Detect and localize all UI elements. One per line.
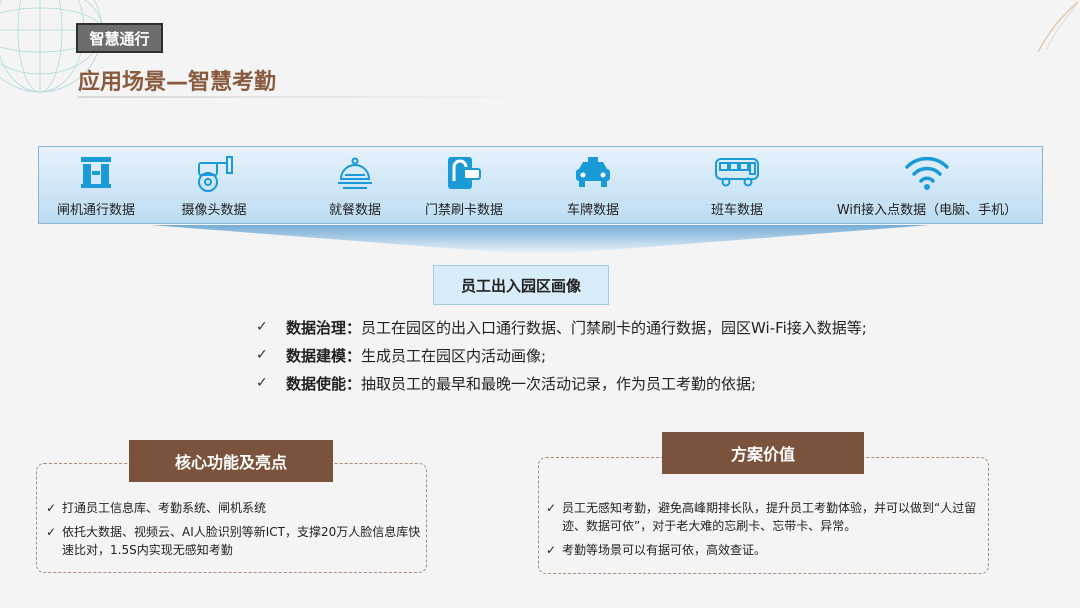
check-icon: ✓ [546, 543, 557, 557]
dining-cloche-icon [338, 157, 372, 189]
access-card-icon [448, 157, 481, 189]
check-icon: ✓ [256, 319, 268, 335]
bus-icon [715, 158, 759, 187]
data-source-camera: 摄像头数据 [159, 147, 269, 225]
employee-portrait-box: 员工出入园区画像 [433, 265, 609, 305]
solution-value-list: ✓ 员工无感知考勤，避免高峰期排长队，提升员工考勤体验，并可以做到“人过留迹、数… [546, 499, 986, 565]
data-source-turnstile: 闸机通行数据 [41, 147, 151, 225]
check-icon: ✓ [256, 347, 268, 363]
camera-icon [198, 156, 233, 192]
list-item: ✓ 数据建模： 生成员工在园区内活动画像; [256, 341, 976, 369]
bullet-key: 数据治理： [286, 318, 362, 337]
bullet-text: 生成员工在园区内活动画像; [361, 346, 547, 365]
list-item: ✓ 数据治理： 员工在园区的出入口通行数据、门禁刷卡的通行数据，园区Wi-Fi接… [256, 313, 976, 341]
core-features-title: 核心功能及亮点 [129, 440, 333, 482]
section-tag: 智慧通行 [76, 23, 163, 53]
list-item: ✓ 员工无感知考勤，避免高峰期排长队，提升员工考勤体验，并可以做到“人过留迹、数… [546, 499, 986, 535]
data-source-label: 门禁刷卡数据 [424, 203, 503, 218]
check-icon: ✓ [546, 501, 557, 515]
bullet-key: 数据使能： [286, 374, 362, 393]
data-source-access-card: 门禁刷卡数据 [411, 147, 517, 225]
taxi-icon [576, 157, 610, 187]
data-source-label: 闸机通行数据 [56, 203, 135, 218]
data-source-label: 班车数据 [710, 203, 763, 218]
data-source-license-plate: 车牌数据 [553, 147, 633, 225]
wifi-icon [905, 156, 949, 190]
check-icon: ✓ [256, 375, 268, 391]
list-item: ✓ 依托大数据、视频云、AI人脸识别等新ICT，支撑20万人脸信息库快速比对，1… [46, 523, 421, 559]
funnel-shadow [150, 225, 930, 253]
feature-text: 依托大数据、视频云、AI人脸识别等新ICT，支撑20万人脸信息库快速比对，1.5… [62, 525, 421, 557]
data-source-label: 就餐数据 [328, 203, 381, 218]
check-icon: ✓ [46, 525, 57, 539]
data-source-label: Wifi接入点数据（电脑、手机） [836, 203, 1018, 218]
value-text: 员工无感知考勤，避免高峰期排长队，提升员工考勤体验，并可以做到“人过留迹、数据可… [562, 501, 977, 533]
data-source-wifi: Wifi接入点数据（电脑、手机） [829, 147, 1025, 225]
data-sources-band: 闸机通行数据 摄像头数据 就餐数据 门禁刷卡数据 车牌数据 班车数据 Wifi接… [38, 146, 1043, 224]
turnstile-icon [81, 157, 111, 188]
list-item: ✓ 考勤等场景可以有据可依，高效查证。 [546, 541, 986, 559]
check-icon: ✓ [46, 501, 57, 515]
data-source-dining: 就餐数据 [303, 147, 407, 225]
data-process-list: ✓ 数据治理： 员工在园区的出入口通行数据、门禁刷卡的通行数据，园区Wi-Fi接… [256, 313, 976, 397]
data-source-shuttle-bus: 班车数据 [697, 147, 777, 225]
list-item: ✓ 打通员工信息库、考勤系统、闸机系统 [46, 499, 421, 517]
data-source-label: 摄像头数据 [181, 203, 247, 218]
data-source-label: 车牌数据 [566, 203, 619, 218]
value-text: 考勤等场景可以有据可依，高效查证。 [562, 543, 767, 557]
page-title: 应用场景—智慧考勤 [78, 70, 277, 95]
bullet-key: 数据建模： [286, 346, 362, 365]
bullet-text: 员工在园区的出入口通行数据、门禁刷卡的通行数据，园区Wi-Fi接入数据等; [361, 318, 867, 337]
list-item: ✓ 数据使能： 抽取员工的最早和最晚一次活动记录，作为员工考勤的依据; [256, 369, 976, 397]
bullet-text: 抽取员工的最早和最晚一次活动记录，作为员工考勤的依据; [361, 374, 757, 393]
solution-value-title: 方案价值 [662, 432, 864, 474]
feature-text: 打通员工信息库、考勤系统、闸机系统 [62, 501, 267, 515]
core-features-list: ✓ 打通员工信息库、考勤系统、闸机系统 ✓ 依托大数据、视频云、AI人脸识别等新… [46, 499, 421, 565]
title-underline [78, 96, 548, 98]
decorative-feather [1037, 1, 1079, 53]
